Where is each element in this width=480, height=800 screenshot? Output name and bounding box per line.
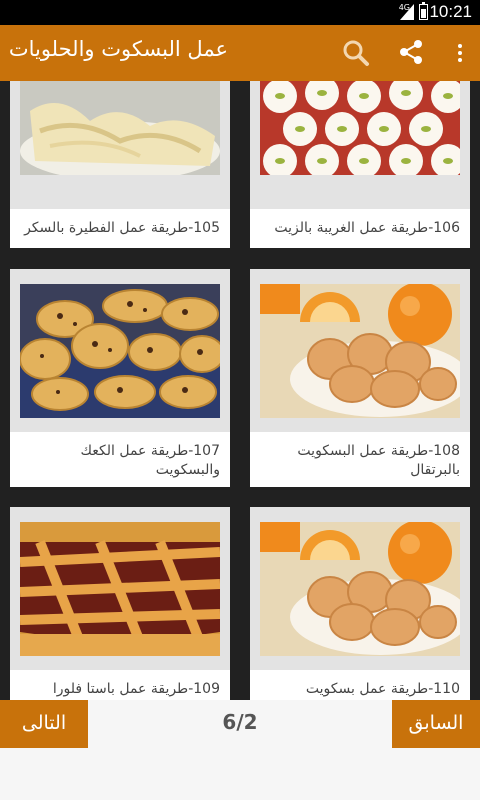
recipe-image	[10, 507, 230, 670]
pastry-image	[20, 81, 220, 175]
recipe-card[interactable]: 107-طريقة عمل الكعك والبسكويت	[10, 269, 230, 487]
share-icon[interactable]	[398, 39, 424, 65]
recipe-card[interactable]: 108-طريقة عمل البسكويت بالبرتقال	[250, 269, 470, 487]
recipe-caption: 110-طريقة عمل بسكويت	[305, 681, 460, 697]
previous-button[interactable]: السابق	[392, 700, 480, 748]
recipe-image	[10, 269, 230, 432]
battery-icon	[419, 2, 428, 20]
recipe-image	[250, 269, 470, 432]
clock: 10:21	[429, 2, 472, 21]
pagination-bar: التالى 6/2 السابق	[0, 700, 480, 800]
recipe-image	[250, 507, 470, 670]
recipe-card[interactable]: 106-طريقة عمل الغريبة بالزيت	[250, 81, 470, 248]
signal-icon	[400, 4, 414, 20]
page-indicator: 6/2	[222, 710, 258, 734]
recipe-caption: 109-طريقة عمل باستا فلورا	[52, 681, 220, 697]
status-bar: 4G 10:21	[0, 0, 480, 25]
ghoriba-image	[260, 81, 460, 175]
app-title: عمل البسكوت والحلويات	[8, 37, 228, 61]
recipe-caption: 107-طريقة عمل الكعك والبسكويت	[80, 443, 220, 478]
next-button[interactable]: التالى	[0, 700, 88, 748]
orange-biscuits-image	[260, 284, 460, 418]
recipe-caption: 105-طريقة عمل الفطيرة بالسكر	[24, 220, 220, 236]
overflow-menu-icon[interactable]	[448, 41, 472, 65]
recipe-image	[10, 81, 230, 209]
search-icon[interactable]	[342, 39, 370, 67]
biscuits-image	[260, 522, 460, 656]
recipe-grid: 105-طريقة عمل الفطيرة بالسكر 106-طريقة ع…	[0, 81, 480, 700]
app-bar: عمل البسكوت والحلويات	[0, 25, 480, 81]
pasta-flora-image	[20, 522, 220, 656]
recipe-card[interactable]: 110-طريقة عمل بسكويت	[250, 507, 470, 700]
cookies-image	[20, 284, 220, 418]
recipe-image	[250, 81, 470, 209]
recipe-card[interactable]: 105-طريقة عمل الفطيرة بالسكر	[10, 81, 230, 248]
recipe-caption: 106-طريقة عمل الغريبة بالزيت	[274, 220, 460, 236]
recipe-caption: 108-طريقة عمل البسكويت بالبرتقال	[297, 443, 460, 478]
recipe-card[interactable]: 109-طريقة عمل باستا فلورا	[10, 507, 230, 700]
